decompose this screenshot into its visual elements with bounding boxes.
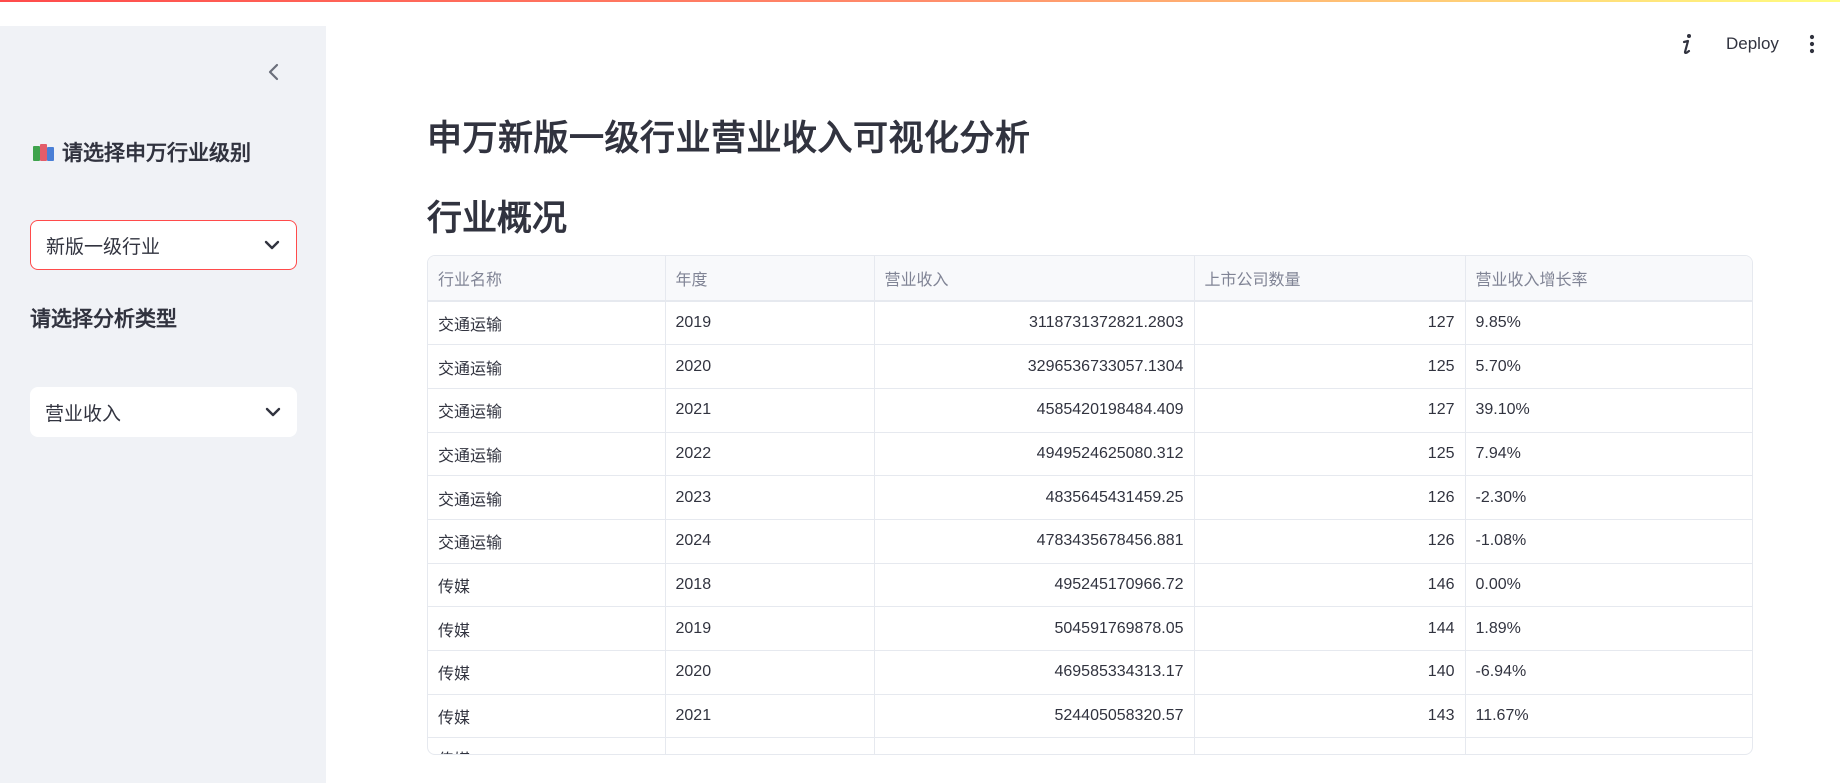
table-row-partial: 传媒: [428, 737, 1752, 754]
analysis-type-select[interactable]: 营业收入: [30, 387, 297, 437]
table-row: 传媒 2018 495245170966.72 146 0.00%: [428, 563, 1752, 608]
cell-growth-rate[interactable]: -6.94%: [1465, 650, 1752, 695]
cell-growth-rate[interactable]: 5.70%: [1465, 344, 1752, 389]
cell-growth-rate[interactable]: 39.10%: [1465, 388, 1752, 433]
cell-growth-rate[interactable]: 11.67%: [1465, 694, 1752, 739]
info-button[interactable]: [1676, 32, 1698, 56]
page-title: 申万新版一级行业营业收入可视化分析: [427, 119, 1031, 158]
kebab-menu-icon: [1809, 34, 1815, 54]
cell-revenue[interactable]: 3118731372821.2803: [874, 301, 1195, 346]
cell-revenue[interactable]: 4949524625080.312: [874, 432, 1195, 477]
analysis-type-value: 营业收入: [45, 403, 122, 425]
cell-company-count[interactable]: 127: [1194, 301, 1466, 346]
info-icon: [1682, 34, 1691, 54]
cell-industry[interactable]: 交通运输: [428, 432, 666, 477]
cell-year[interactable]: 2020: [665, 344, 875, 389]
column-header-year[interactable]: 年度: [665, 256, 875, 302]
cell-company-count[interactable]: 125: [1194, 344, 1466, 389]
cell-growth-rate[interactable]: -1.08%: [1465, 519, 1752, 564]
cell-year[interactable]: 2021: [665, 388, 875, 433]
cell-company-count[interactable]: 146: [1194, 563, 1466, 608]
cell-growth-rate[interactable]: 0.00%: [1465, 563, 1752, 608]
cell-revenue[interactable]: 4783435678456.881: [874, 519, 1195, 564]
cell-growth-rate[interactable]: [1465, 737, 1752, 754]
cell-year[interactable]: 2021: [665, 694, 875, 739]
table-row: 交通运输 2022 4949524625080.312 125 7.94%: [428, 432, 1752, 477]
cell-company-count[interactable]: 127: [1194, 388, 1466, 433]
chevron-left-icon: [268, 63, 279, 81]
cell-company-count[interactable]: 126: [1194, 475, 1466, 520]
cell-company-count[interactable]: 126: [1194, 519, 1466, 564]
cell-year[interactable]: 2019: [665, 606, 875, 651]
table-row: 传媒 2020 469585334313.17 140 -6.94%: [428, 650, 1752, 695]
top-decoration-bar: [0, 0, 1840, 2]
cell-company-count[interactable]: 143: [1194, 694, 1466, 739]
column-header-industry[interactable]: 行业名称: [428, 256, 666, 302]
cell-growth-rate[interactable]: -2.30%: [1465, 475, 1752, 520]
table-row: 交通运输 2020 3296536733057.1304 125 5.70%: [428, 344, 1752, 389]
cell-company-count[interactable]: 140: [1194, 650, 1466, 695]
cell-industry[interactable]: 传媒: [428, 650, 666, 695]
cell-company-count[interactable]: [1194, 737, 1466, 754]
cell-industry[interactable]: 交通运输: [428, 475, 666, 520]
analysis-type-heading: 请选择分析类型: [30, 308, 177, 331]
cell-growth-rate[interactable]: 9.85%: [1465, 301, 1752, 346]
cell-industry[interactable]: 交通运输: [428, 388, 666, 433]
cell-industry[interactable]: 传媒: [428, 606, 666, 651]
sidebar-collapse-button[interactable]: [262, 60, 286, 84]
sidebar-heading-text: 请选择申万行业级别: [62, 142, 251, 165]
cell-industry[interactable]: 传媒: [428, 563, 666, 608]
cell-industry[interactable]: 传媒: [428, 737, 666, 754]
table-row: 传媒 2021 524405058320.57 143 11.67%: [428, 694, 1752, 739]
column-header-company-count[interactable]: 上市公司数量: [1194, 256, 1466, 302]
cell-revenue[interactable]: 524405058320.57: [874, 694, 1195, 739]
books-icon: [32, 140, 56, 164]
cell-industry[interactable]: 交通运输: [428, 344, 666, 389]
cell-year[interactable]: 2018: [665, 563, 875, 608]
column-header-revenue[interactable]: 营业收入: [874, 256, 1195, 302]
cell-revenue[interactable]: 4835645431459.25: [874, 475, 1195, 520]
column-header-growth-rate[interactable]: 营业收入增长率: [1465, 256, 1752, 302]
cell-year[interactable]: 2023: [665, 475, 875, 520]
cell-company-count[interactable]: 144: [1194, 606, 1466, 651]
table-row: 交通运输 2021 4585420198484.409 127 39.10%: [428, 388, 1752, 433]
cell-growth-rate[interactable]: 7.94%: [1465, 432, 1752, 477]
cell-industry[interactable]: 交通运输: [428, 301, 666, 346]
cell-industry[interactable]: 交通运输: [428, 519, 666, 564]
cell-revenue[interactable]: 469585334313.17: [874, 650, 1195, 695]
industry-level-value: 新版一级行业: [46, 236, 161, 258]
cell-year[interactable]: [665, 737, 875, 754]
industry-data-table[interactable]: 行业名称 年度 营业收入 上市公司数量 营业收入增长率 交通运输 2019 31…: [427, 255, 1753, 755]
section-title: 行业概况: [427, 199, 568, 238]
chevron-down-icon: [265, 407, 281, 417]
cell-growth-rate[interactable]: 1.89%: [1465, 606, 1752, 651]
cell-revenue[interactable]: 495245170966.72: [874, 563, 1195, 608]
cell-year[interactable]: 2019: [665, 301, 875, 346]
chevron-down-icon: [264, 240, 280, 250]
industry-level-select[interactable]: 新版一级行业: [30, 220, 297, 270]
main-menu-button[interactable]: [1800, 32, 1824, 56]
table-row: 交通运输 2024 4783435678456.881 126 -1.08%: [428, 519, 1752, 564]
deploy-button[interactable]: Deploy: [1718, 32, 1787, 56]
cell-company-count[interactable]: 125: [1194, 432, 1466, 477]
table-row: 传媒 2019 504591769878.05 144 1.89%: [428, 606, 1752, 651]
cell-revenue[interactable]: 3296536733057.1304: [874, 344, 1195, 389]
sidebar-heading: 请选择申万行业级别: [32, 137, 251, 167]
table-row: 交通运输 2023 4835645431459.25 126 -2.30%: [428, 475, 1752, 520]
cell-year[interactable]: 2024: [665, 519, 875, 564]
cell-revenue[interactable]: 4585420198484.409: [874, 388, 1195, 433]
table-header-row: 行业名称 年度 营业收入 上市公司数量 营业收入增长率: [428, 256, 1752, 302]
table-row: 交通运输 2019 3118731372821.2803 127 9.85%: [428, 301, 1752, 346]
cell-revenue[interactable]: [874, 737, 1195, 754]
cell-year[interactable]: 2020: [665, 650, 875, 695]
cell-year[interactable]: 2022: [665, 432, 875, 477]
cell-industry[interactable]: 传媒: [428, 694, 666, 739]
sidebar: 请选择申万行业级别 新版一级行业 请选择分析类型 营业收入: [0, 26, 326, 783]
cell-revenue[interactable]: 504591769878.05: [874, 606, 1195, 651]
